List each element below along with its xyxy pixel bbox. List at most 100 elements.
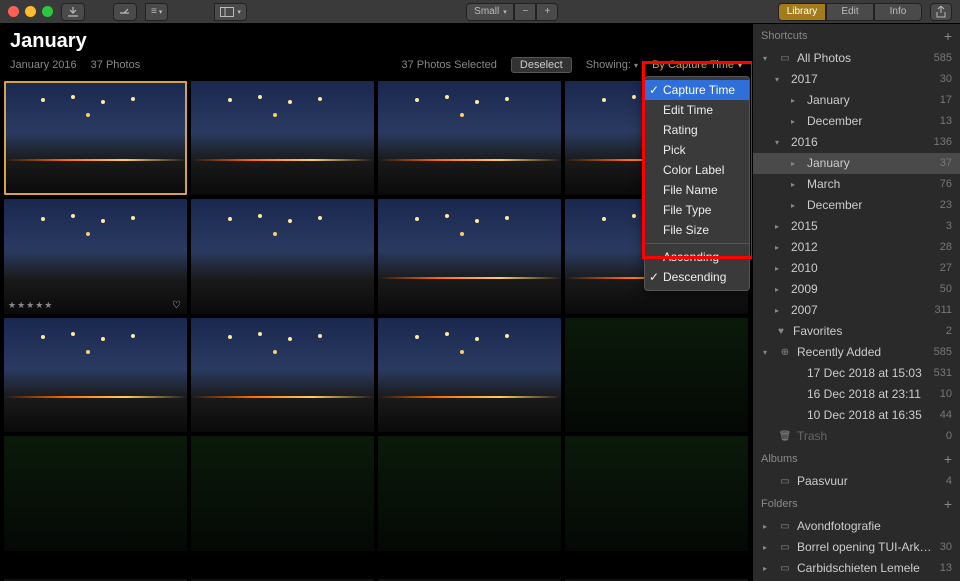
- layout-toggle-button[interactable]: ▾: [214, 3, 247, 21]
- sidebar-item-month[interactable]: ▸ January 37: [753, 153, 960, 174]
- thumbnail[interactable]: [191, 436, 374, 550]
- sidebar-item-count: 311: [934, 302, 952, 319]
- sidebar-item-year[interactable]: ▾2016136: [753, 132, 960, 153]
- thumbnail[interactable]: [378, 318, 561, 432]
- window-controls: [8, 6, 53, 17]
- add-album-button[interactable]: +: [944, 451, 952, 467]
- sort-order-ascending[interactable]: Ascending: [645, 247, 749, 267]
- close-window-button[interactable]: [8, 6, 19, 17]
- disclosure-icon: ▸: [763, 518, 773, 535]
- heart-icon[interactable]: ♡: [172, 300, 181, 311]
- sidebar-item-label: January: [807, 92, 934, 109]
- sidebar-item-label: Paasvuur: [797, 473, 940, 490]
- disclosure-icon: ▸: [763, 539, 773, 556]
- photo-grid-pane: January January 2016 37 Photos 37 Photos…: [0, 24, 752, 581]
- sidebar-item-year[interactable]: ▸201027: [753, 258, 960, 279]
- size-minus-button[interactable]: −: [514, 3, 536, 21]
- sort-option-color-label[interactable]: Color Label: [645, 160, 749, 180]
- sidebar-item-recent[interactable]: ▾ ⊕ Recently Added585: [753, 342, 960, 363]
- plus-circle-icon: ⊕: [779, 344, 791, 361]
- size-plus-button[interactable]: +: [536, 3, 558, 21]
- sidebar-item-count: 23: [940, 197, 952, 214]
- thumbnail[interactable]: [4, 436, 187, 550]
- sidebar-item-month[interactable]: ▸January17: [753, 90, 960, 111]
- sidebar-item-folder[interactable]: ▸▭Carbidschieten Lemele13: [753, 558, 960, 579]
- sidebar-item-album[interactable]: ▸▭Paasvuur4: [753, 471, 960, 492]
- sidebar-item-month[interactable]: ▸December13: [753, 111, 960, 132]
- sidebar-item-count: 37: [940, 155, 952, 172]
- thumbnail[interactable]: [378, 436, 561, 550]
- sidebar-item-count: 13: [940, 113, 952, 130]
- thumbnail[interactable]: [191, 199, 374, 313]
- minimize-window-button[interactable]: [25, 6, 36, 17]
- deselect-button[interactable]: Deselect: [511, 57, 572, 73]
- tab-info[interactable]: Info: [874, 3, 922, 21]
- sidebar-item-label: March: [807, 176, 934, 193]
- sidebar-item-label: January: [807, 155, 934, 172]
- disclosure-icon: ▸: [791, 113, 801, 130]
- sort-button[interactable]: By Capture Time▾: [652, 59, 742, 71]
- sidebar-item-year[interactable]: ▾201730: [753, 69, 960, 90]
- add-folder-button[interactable]: +: [944, 496, 952, 512]
- sort-option-file-type[interactable]: File Type: [645, 200, 749, 220]
- sidebar-item-label: December: [807, 197, 934, 214]
- thumbnail[interactable]: [4, 318, 187, 432]
- import-button[interactable]: [61, 3, 85, 21]
- list-view-button[interactable]: ≡▾: [145, 3, 168, 21]
- sort-option-capture-time[interactable]: Capture Time: [645, 80, 749, 100]
- tab-edit[interactable]: Edit: [826, 3, 874, 21]
- sidebar-item-folder[interactable]: ▸▭Avondfotografie: [753, 516, 960, 537]
- disclosure-icon: ▸: [791, 92, 801, 109]
- thumbnail[interactable]: [191, 81, 374, 195]
- tab-library[interactable]: Library: [778, 3, 826, 21]
- sidebar-item-year[interactable]: ▸201228: [753, 237, 960, 258]
- sidebar-item-recent-date[interactable]: ▸10 Dec 2018 at 16:3544: [753, 405, 960, 426]
- sidebar-item-label: 17 Dec 2018 at 15:03: [807, 365, 928, 382]
- sidebar-item-count: 13: [940, 560, 952, 577]
- sort-option-pick[interactable]: Pick: [645, 140, 749, 160]
- sort-menu: Capture Time Edit Time Rating Pick Color…: [644, 76, 750, 291]
- sidebar-item-recent-date[interactable]: ▸17 Dec 2018 at 15:03531: [753, 363, 960, 384]
- sidebar-item-label: 2016: [791, 134, 928, 151]
- sidebar-item-label: 10 Dec 2018 at 16:35: [807, 407, 934, 424]
- album-icon: ▭: [779, 473, 791, 490]
- add-shortcut-button[interactable]: +: [944, 28, 952, 44]
- share-button[interactable]: [930, 3, 952, 21]
- sidebar-item-count: 4: [946, 473, 952, 490]
- thumbnail-grid: ★★★★★ ♡: [0, 79, 752, 577]
- sidebar-item-count: 531: [934, 365, 952, 382]
- sidebar-item-recent-date[interactable]: ▸16 Dec 2018 at 23:1110: [753, 384, 960, 405]
- page-title: January: [10, 30, 742, 53]
- sidebar-item-all-photos[interactable]: ▾ ▭ All Photos 585: [753, 48, 960, 69]
- sidebar-item-favorites[interactable]: ♥ Favorites2: [753, 321, 960, 342]
- sidebar-item-folder[interactable]: ▸▭Borrel opening TUI-Arkefly airli…30: [753, 537, 960, 558]
- sidebar-item-year[interactable]: ▸2007311: [753, 300, 960, 321]
- thumbnail[interactable]: [565, 436, 748, 550]
- sidebar-item-month[interactable]: ▸December23: [753, 195, 960, 216]
- back-button[interactable]: [113, 3, 137, 21]
- sidebar-item-year[interactable]: ▸200950: [753, 279, 960, 300]
- size-dropdown[interactable]: Small▾: [466, 3, 514, 21]
- folder-icon: ▭: [779, 539, 791, 556]
- sidebar-item-trash[interactable]: ▸ 🗑 Trash0: [753, 426, 960, 447]
- disclosure-icon: ▸: [775, 260, 785, 277]
- sort-order-descending[interactable]: Descending: [645, 267, 749, 287]
- sidebar: Shortcuts+ ▾ ▭ All Photos 585 ▾201730▸Ja…: [752, 24, 960, 581]
- heart-icon: ♥: [775, 323, 787, 340]
- thumbnail[interactable]: [565, 318, 748, 432]
- thumbnail[interactable]: [378, 199, 561, 313]
- sidebar-item-count: 27: [940, 260, 952, 277]
- thumbnail[interactable]: [378, 81, 561, 195]
- sort-option-edit-time[interactable]: Edit Time: [645, 100, 749, 120]
- subtitle-count: 37 Photos: [91, 59, 141, 71]
- sort-option-file-size[interactable]: File Size: [645, 220, 749, 240]
- thumbnail[interactable]: [4, 81, 187, 195]
- sort-option-rating[interactable]: Rating: [645, 120, 749, 140]
- disclosure-icon: ▸: [791, 155, 801, 172]
- sidebar-item-month[interactable]: ▸March76: [753, 174, 960, 195]
- sidebar-item-year[interactable]: ▸20153: [753, 216, 960, 237]
- zoom-window-button[interactable]: [42, 6, 53, 17]
- thumbnail[interactable]: [191, 318, 374, 432]
- thumbnail[interactable]: ★★★★★ ♡: [4, 199, 187, 313]
- sort-option-file-name[interactable]: File Name: [645, 180, 749, 200]
